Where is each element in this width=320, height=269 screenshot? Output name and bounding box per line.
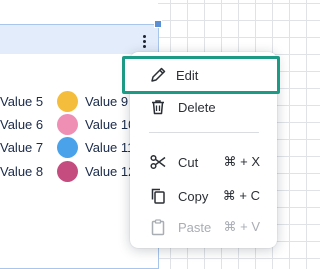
copy-icon bbox=[151, 188, 165, 204]
menu-item-cut-label: Cut bbox=[178, 154, 199, 170]
menu-item-paste-shortcut: ⌘ + V bbox=[223, 219, 261, 234]
more-options-icon[interactable] bbox=[138, 32, 150, 50]
menu-item-paste-label: Paste bbox=[178, 219, 212, 235]
menu-item-delete-label: Delete bbox=[178, 99, 216, 115]
pencil-icon bbox=[151, 67, 166, 82]
trash-icon bbox=[152, 100, 164, 115]
clipboard-icon bbox=[151, 219, 165, 236]
legend-item-value-9: Value 9 bbox=[85, 94, 129, 109]
legend-item-value-12: Value 12 bbox=[85, 164, 136, 179]
legend-marker-value-11 bbox=[57, 137, 78, 158]
context-menu: Edit Delete Cut ⌘ + X Copy ⌘ + C Paste ⌘… bbox=[122, 52, 280, 248]
legend-item-value-8: Value 8 bbox=[0, 164, 44, 179]
legend-marker-value-10 bbox=[57, 114, 78, 135]
scissors-icon bbox=[150, 154, 166, 170]
menu-divider bbox=[149, 132, 259, 133]
menu-item-paste[interactable]: Paste ⌘ + V bbox=[130, 212, 277, 242]
menu-item-edit-label: Edit bbox=[176, 67, 199, 83]
legend-item-value-6: Value 6 bbox=[0, 117, 44, 132]
legend-marker-value-9 bbox=[57, 91, 78, 112]
legend-item-value-7: Value 7 bbox=[0, 140, 44, 155]
legend-item-value-10: Value 10 bbox=[85, 117, 136, 132]
menu-item-copy[interactable]: Copy ⌘ + C bbox=[130, 181, 277, 211]
menu-item-copy-label: Copy bbox=[178, 188, 209, 204]
legend-item-value-5: Value 5 bbox=[0, 94, 44, 109]
menu-item-cut[interactable]: Cut ⌘ + X bbox=[130, 147, 277, 177]
menu-item-copy-shortcut: ⌘ + C bbox=[222, 188, 260, 203]
legend-item-value-11: Value 11 bbox=[85, 140, 135, 155]
menu-item-delete[interactable]: Delete bbox=[130, 92, 277, 122]
menu-item-cut-shortcut: ⌘ + X bbox=[223, 154, 261, 169]
menu-item-edit[interactable]: Edit bbox=[122, 56, 280, 94]
legend-marker-value-12 bbox=[57, 161, 78, 182]
resize-handle[interactable] bbox=[154, 20, 162, 28]
widget-header[interactable] bbox=[0, 24, 158, 54]
